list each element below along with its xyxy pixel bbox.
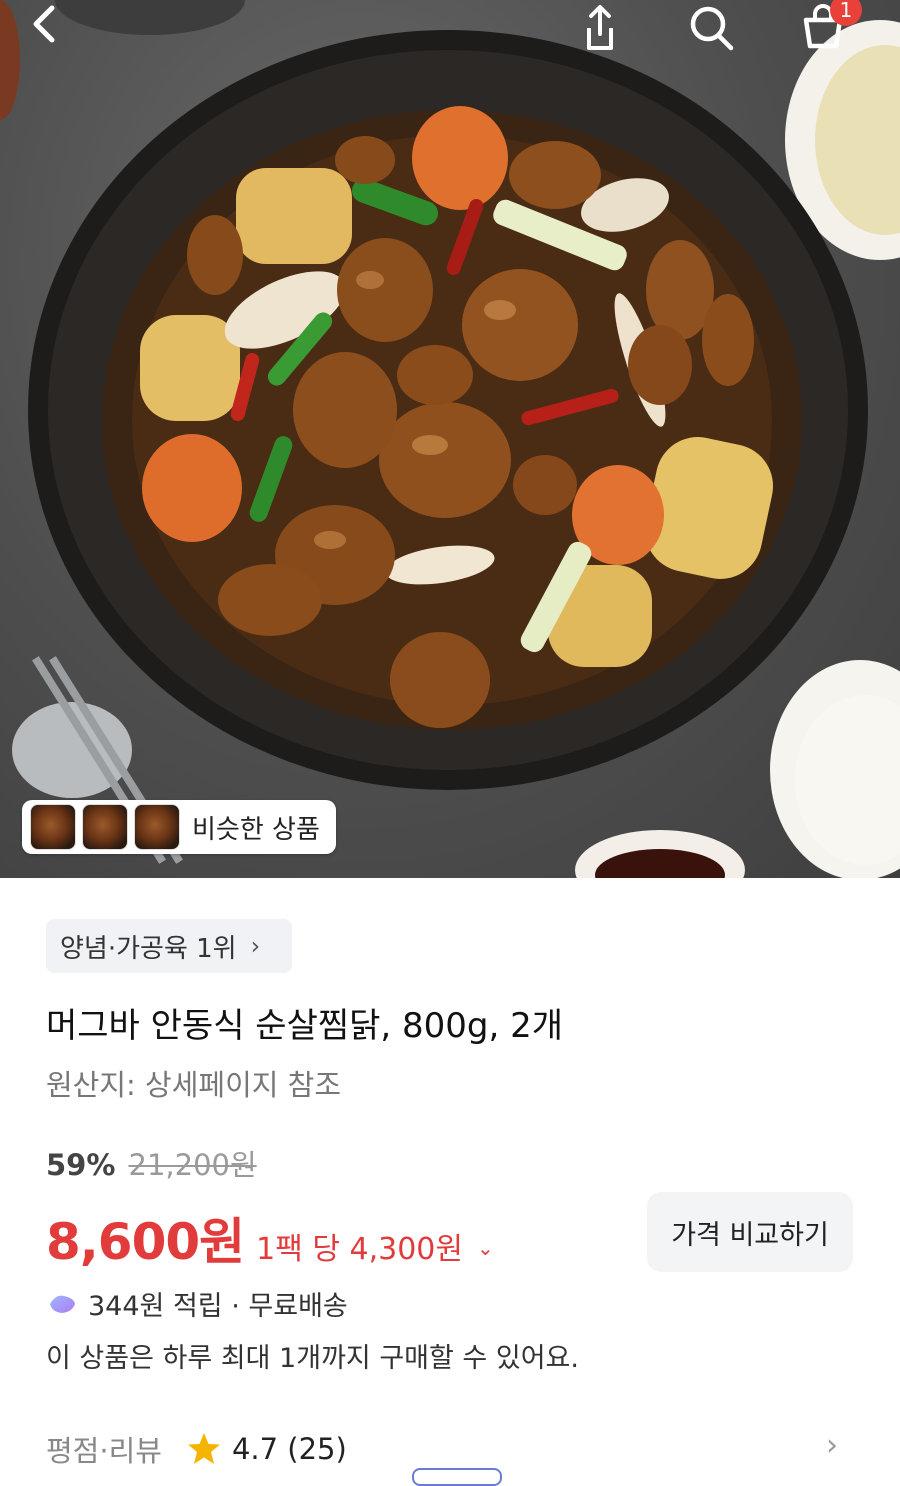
similar-products-label: 비슷한 상품 [192, 814, 320, 845]
product-image[interactable]: 1 비슷한 상품 [0, 0, 900, 878]
rating-review-row[interactable]: 평점·리뷰 4.7 (25) [46, 1428, 347, 1470]
product-photo [0, 0, 900, 878]
price-row: 8,600원 1팩 당 4,300원 ⌄ [46, 1202, 494, 1274]
search-icon [690, 6, 734, 51]
origin-info: 원산지: 상세페이지 참조 [46, 1068, 342, 1102]
chevron-right-icon[interactable]: › [826, 1428, 838, 1463]
discount-row: 59% 21,200원 [46, 1142, 257, 1184]
similar-product-thumbnail [82, 804, 128, 850]
chevron-down-icon[interactable]: ⌄ [477, 1236, 494, 1260]
purchase-limit-text: 이 상품은 하루 최대 1개까지 구매할 수 있어요. [46, 1343, 579, 1374]
reward-gem-icon [50, 1295, 75, 1313]
original-price: 21,200원 [128, 1148, 257, 1182]
scroll-indicator [412, 1468, 502, 1486]
similar-products-button[interactable]: 비슷한 상품 [22, 800, 336, 854]
rating-review-label: 평점·리뷰 [46, 1434, 162, 1468]
chevron-right-icon: › [250, 932, 261, 960]
reward-shipping-row: 344원 적립 · 무료배송 [46, 1284, 348, 1323]
sale-price: 8,600원 [46, 1213, 245, 1271]
share-icon [587, 5, 613, 50]
reward-text: 344원 적립 · 무료배송 [88, 1291, 348, 1322]
star-icon [187, 1433, 220, 1464]
cart-button[interactable]: 1 [796, 0, 862, 64]
unit-price: 1팩 당 4,300원 [256, 1232, 463, 1267]
share-button[interactable] [575, 0, 639, 64]
category-rank-label: 양념·가공육 1위 [60, 933, 237, 964]
price-compare-button[interactable]: 가격 비교하기 [647, 1192, 853, 1272]
discount-percent: 59% [46, 1148, 116, 1182]
search-button[interactable] [685, 0, 749, 64]
chevron-left-icon [33, 5, 55, 43]
rating-score: 4.7 (25) [231, 1432, 347, 1466]
cart-count-badge: 1 [830, 0, 862, 26]
similar-product-thumbnail [134, 804, 180, 850]
back-button[interactable] [24, 0, 88, 64]
product-title: 머그바 안동식 순살찜닭, 800g, 2개 [46, 1006, 564, 1046]
category-rank-chip[interactable]: 양념·가공육 1위 › [46, 919, 292, 973]
similar-product-thumbnail [30, 804, 76, 850]
